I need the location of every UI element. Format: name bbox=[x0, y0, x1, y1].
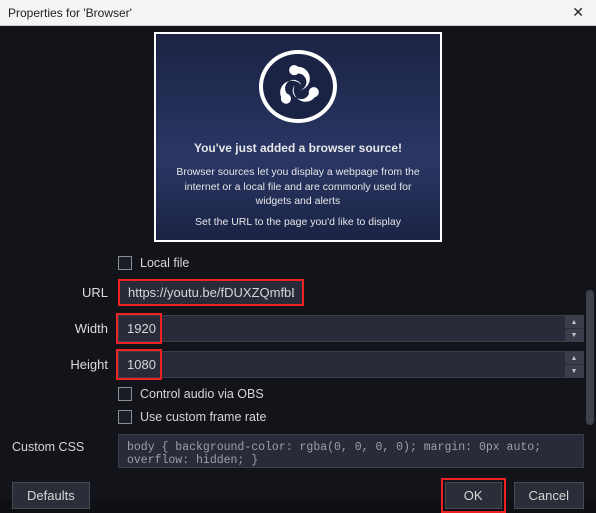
checkbox-icon bbox=[118, 387, 132, 401]
custom-frame-rate-label: Use custom frame rate bbox=[140, 410, 266, 424]
checkbox-icon bbox=[118, 410, 132, 424]
checkbox-icon bbox=[118, 256, 132, 270]
control-audio-checkbox[interactable]: Control audio via OBS bbox=[118, 387, 584, 401]
ok-button[interactable]: OK bbox=[445, 482, 502, 509]
footer: Defaults OK Cancel bbox=[12, 468, 584, 513]
custom-frame-rate-checkbox[interactable]: Use custom frame rate bbox=[118, 410, 584, 424]
dialog-content: You've just added a browser source! Brow… bbox=[0, 26, 596, 500]
chevron-down-icon[interactable]: ▼ bbox=[565, 365, 583, 377]
local-file-label: Local file bbox=[140, 256, 189, 270]
width-label: Width bbox=[12, 321, 108, 336]
custom-css-label: Custom CSS bbox=[12, 434, 108, 454]
custom-css-input[interactable]: body { background-color: rgba(0, 0, 0, 0… bbox=[118, 434, 584, 468]
url-input[interactable] bbox=[120, 281, 302, 304]
cancel-button[interactable]: Cancel bbox=[514, 482, 584, 509]
width-stepper[interactable]: ▲ ▼ bbox=[565, 316, 583, 341]
height-input[interactable] bbox=[118, 351, 584, 378]
url-label: URL bbox=[12, 285, 108, 300]
control-audio-label: Control audio via OBS bbox=[140, 387, 264, 401]
form: Local file URL Width ▲ ▼ Height ▲ ▼ bbox=[12, 256, 584, 424]
height-label: Height bbox=[12, 357, 108, 372]
intro-heading: You've just added a browser source! bbox=[194, 141, 402, 155]
chevron-down-icon[interactable]: ▼ bbox=[565, 329, 583, 341]
defaults-button[interactable]: Defaults bbox=[12, 482, 90, 509]
height-stepper[interactable]: ▲ ▼ bbox=[565, 352, 583, 377]
width-input[interactable] bbox=[118, 315, 584, 342]
intro-hint: Set the URL to the page you'd like to di… bbox=[195, 216, 401, 228]
scrollbar[interactable] bbox=[586, 60, 594, 452]
intro-desc: Browser sources let you display a webpag… bbox=[174, 165, 422, 208]
scrollbar-thumb[interactable] bbox=[586, 290, 594, 425]
obs-logo-icon bbox=[259, 50, 337, 123]
local-file-checkbox[interactable]: Local file bbox=[118, 256, 584, 270]
chevron-up-icon[interactable]: ▲ bbox=[565, 316, 583, 329]
window-title: Properties for 'Browser' bbox=[8, 6, 132, 20]
close-icon[interactable]: ✕ bbox=[568, 4, 588, 21]
titlebar: Properties for 'Browser' ✕ bbox=[0, 0, 596, 26]
intro-panel: You've just added a browser source! Brow… bbox=[154, 32, 442, 242]
chevron-up-icon[interactable]: ▲ bbox=[565, 352, 583, 365]
